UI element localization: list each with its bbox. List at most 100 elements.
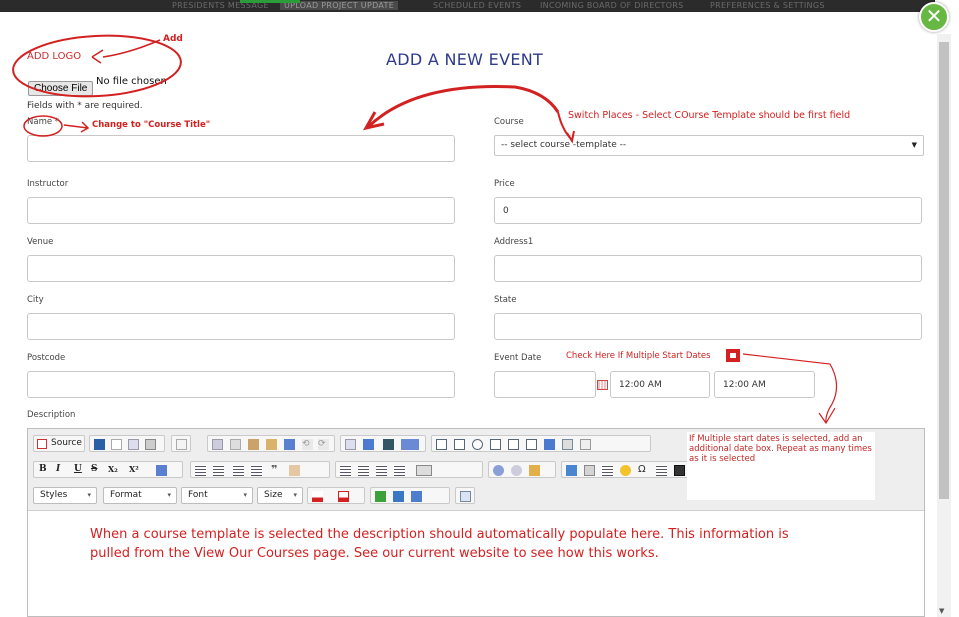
paste-text-icon[interactable] [266,439,277,450]
align-right-icon[interactable] [376,465,387,476]
annotation-switch-places: Switch Places - Select COurse Template s… [568,110,851,121]
choose-file-button[interactable]: Choose File [28,81,94,96]
cut-icon[interactable] [212,439,223,450]
font-dropdown[interactable]: Font ▾ [181,487,253,504]
maximize-icon[interactable] [375,491,386,502]
link-icon[interactable] [493,465,504,476]
select-all-icon[interactable] [383,439,394,450]
checkbox-icon[interactable] [454,439,465,450]
paste-word-icon[interactable] [284,439,295,450]
close-modal-button[interactable]: ✕ [919,2,949,32]
show-blocks-icon[interactable] [393,491,404,502]
redo-icon[interactable]: ⟳ [318,439,329,450]
format-dropdown[interactable]: Format ▾ [103,487,177,504]
start-time-input[interactable]: 12:00 AM [610,371,710,398]
state-input[interactable] [494,313,922,340]
postcode-input[interactable] [27,371,455,398]
preview-icon[interactable] [128,439,139,450]
flash-icon[interactable] [584,465,595,476]
superscript-button[interactable]: X² [129,464,139,474]
top-navigation-bar: PRESIDENTS MESSAGE UPLOAD PROJECT UPDATE… [0,0,935,12]
nav-tab-scheduled-events[interactable]: SCHEDULED EVENTS [433,1,521,10]
numbered-list-icon[interactable] [195,465,206,476]
radio-icon[interactable] [472,439,483,450]
remove-format-icon[interactable] [156,465,167,476]
calendar-icon[interactable] [597,380,608,390]
scroll-down-arrow-icon[interactable]: ▼ [939,607,944,615]
blockquote-icon[interactable]: ❞ [271,464,282,476]
modal-scrollbar[interactable]: ▼ [937,34,951,617]
page-break-icon[interactable] [656,465,667,476]
replace-icon[interactable] [363,439,374,450]
paste-icon[interactable] [248,439,259,450]
venue-input[interactable] [27,255,455,282]
anchor-icon[interactable] [529,465,540,476]
event-date-input[interactable] [494,371,596,398]
styles-label: Styles [40,490,68,500]
table-icon[interactable] [602,465,613,476]
about-icon[interactable] [460,491,471,502]
text-color-icon[interactable] [312,491,323,502]
form-icon[interactable] [436,439,447,450]
bold-button[interactable]: B [39,464,47,474]
iframe-icon[interactable] [674,465,685,476]
name-input[interactable] [27,135,455,162]
copy-icon[interactable] [230,439,241,450]
brand-strip [240,0,300,3]
textarea-icon[interactable] [508,439,519,450]
city-input[interactable] [27,313,455,340]
image-button-icon[interactable] [562,439,573,450]
smiley-icon[interactable] [620,465,631,476]
toolbar-find-group [340,435,426,452]
caret-down-icon: ▼ [911,141,917,149]
print-icon[interactable] [145,439,156,450]
nav-tab-preferences-settings[interactable]: PREFERENCES & SETTINGS [710,1,825,10]
course-select-value: -- select course -template -- [501,140,627,150]
size-dropdown[interactable]: Size ▾ [257,487,303,504]
italic-button[interactable]: I [56,464,60,474]
button-icon[interactable] [544,439,555,450]
end-time-input[interactable]: 12:00 AM [714,371,815,398]
align-left-icon[interactable] [340,465,351,476]
address1-input[interactable] [494,255,922,282]
preview-doc-icon[interactable] [411,491,422,502]
source-button[interactable]: Source [33,435,85,452]
new-page-icon[interactable] [111,439,122,450]
strike-button[interactable]: S [91,464,98,474]
chevron-down-icon: ▾ [243,491,247,499]
toolbar-align-group [335,461,483,478]
find-icon[interactable] [345,439,356,450]
image-icon[interactable] [566,465,577,476]
align-center-icon[interactable] [358,465,369,476]
instructor-input[interactable] [27,197,455,224]
align-justify-icon[interactable] [394,465,405,476]
undo-icon[interactable]: ⟲ [302,439,313,450]
subscript-button[interactable]: X₂ [108,464,118,474]
scrollbar-thumb[interactable] [939,42,949,499]
multiple-dates-checkbox[interactable] [726,349,740,362]
outdent-icon[interactable] [233,465,244,476]
select-icon[interactable] [526,439,537,450]
hidden-field-icon[interactable] [580,439,591,450]
bidi-icon[interactable] [416,465,432,476]
font-label: Font [188,490,208,500]
toolbar-tools-group [370,487,450,504]
text-field-icon[interactable] [490,439,501,450]
nav-tab-incoming-board[interactable]: INCOMING BOARD OF DIRECTORS [540,1,684,10]
price-input[interactable]: 0 [494,197,922,224]
spellcheck-icon[interactable] [401,439,419,450]
save-icon[interactable] [94,439,105,450]
underline-button[interactable]: U [74,464,82,474]
unlink-icon[interactable] [511,465,522,476]
bg-color-icon[interactable] [338,491,349,502]
toolbar-templates-group [171,435,191,452]
size-label: Size [264,490,283,500]
templates-icon[interactable] [176,439,187,450]
bullet-list-icon[interactable] [213,465,224,476]
div-container-icon[interactable] [289,465,300,476]
styles-dropdown[interactable]: Styles ▾ [33,487,97,504]
special-char-icon[interactable]: Ω [638,465,649,476]
indent-icon[interactable] [251,465,262,476]
toolbar-list-group: ❞ [190,461,330,478]
course-select[interactable]: -- select course -template -- ▼ [494,135,924,156]
